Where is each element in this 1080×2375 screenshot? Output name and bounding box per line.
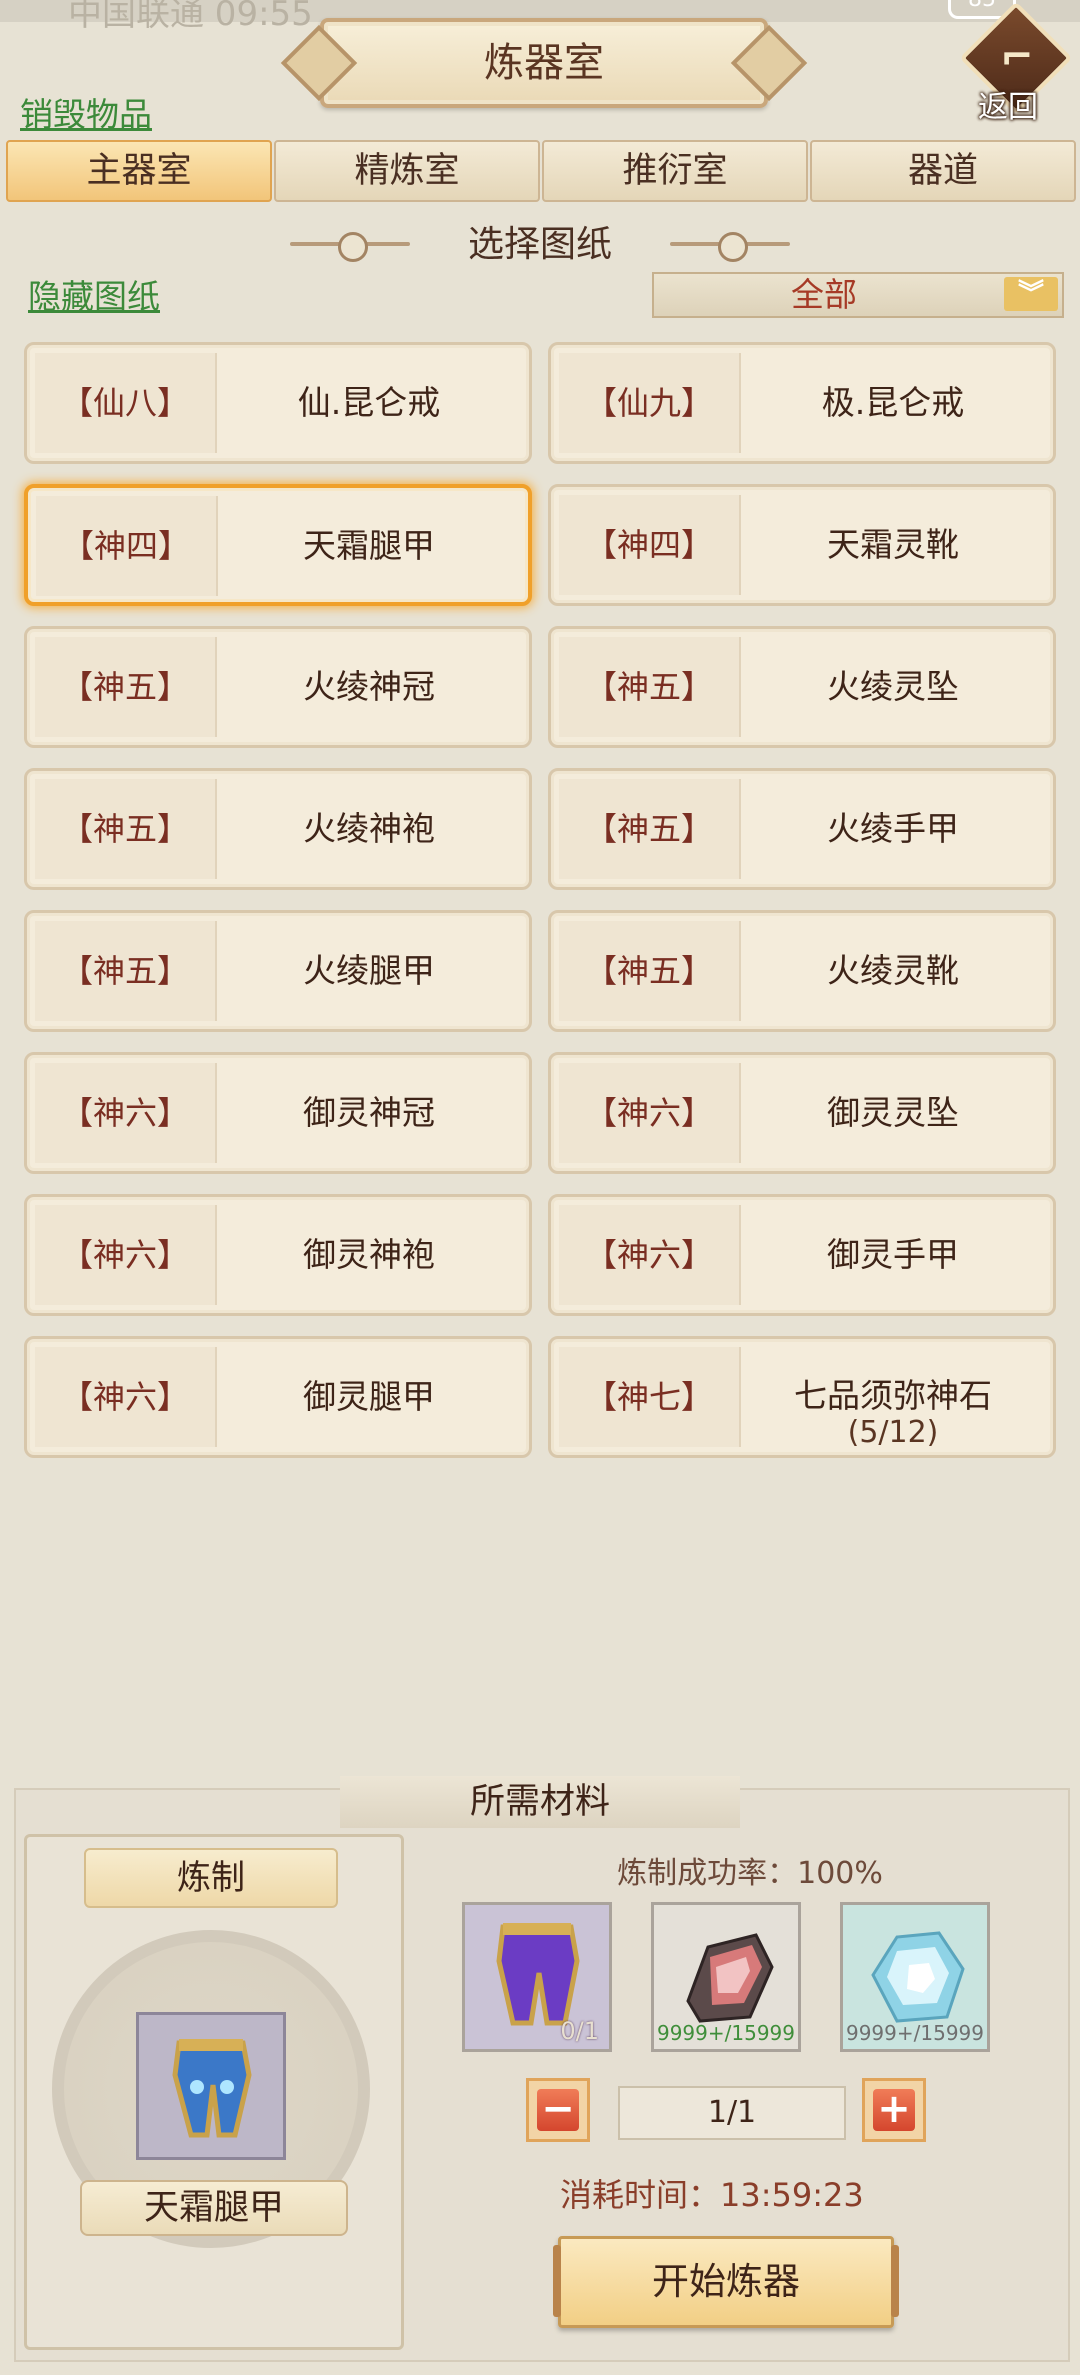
blueprint-item[interactable]: 【神五】 火绫手甲 [548,768,1056,890]
blueprint-name: 火绫灵靴 [827,951,959,990]
blueprint-item[interactable]: 【神六】 御灵灵坠 [548,1052,1056,1174]
blueprint-name: 火绫腿甲 [303,951,435,990]
blueprint-name: 天霜腿甲 [303,526,435,565]
yin-yang-icon [718,232,748,262]
material-slot[interactable]: 9999+/15999 [651,1902,801,2052]
start-refine-button[interactable]: 开始炼器 [553,2236,899,2328]
tab-derive-room[interactable]: 推衍室 [542,140,808,202]
blueprint-tier: 【神六】 [35,1205,217,1305]
blueprint-name: 御灵神冠 [303,1093,435,1132]
blueprint-progress: (5/12) [847,1415,939,1450]
blueprint-name: 御灵手甲 [827,1235,959,1274]
craft-item-slot[interactable] [136,2012,286,2160]
blueprint-tier: 【神五】 [559,779,741,879]
tab-main-room[interactable]: 主器室 [6,140,272,202]
back-button[interactable]: ⌐ 返回 [959,1,1073,125]
quantity-field[interactable]: 1/1 [618,2086,846,2140]
blueprint-item[interactable]: 【仙八】 仙.昆仑戒 [24,342,532,464]
material-count: 9999+/15999 [656,2021,796,2045]
blueprint-name: 七品须弥神石 (5/12) [741,1339,1045,1455]
material-count: 0/1 [560,2017,599,2045]
blueprint-name-text: 七品须弥神石 [794,1376,992,1415]
material-slot[interactable]: 9999+/15999 [840,1902,990,2052]
blueprint-name: 火绫手甲 [827,809,959,848]
blueprint-tier: 【神五】 [35,779,217,879]
success-rate: 炼制成功率：100% [617,1856,883,1891]
tab-refine-room[interactable]: 精炼室 [274,140,540,202]
blueprint-name: 御灵灵坠 [827,1093,959,1132]
blueprint-item[interactable]: 【神六】 御灵神冠 [24,1052,532,1174]
blueprint-item[interactable]: 【神七】 七品须弥神石 (5/12) [548,1336,1056,1458]
blueprint-tier: 【神六】 [35,1063,217,1163]
blueprint-item[interactable]: 【仙九】 极.昆仑戒 [548,342,1056,464]
blueprint-tier: 【神七】 [559,1347,741,1447]
tab-artifact-dao[interactable]: 器道 [810,140,1076,202]
material-slot[interactable]: 0/1 [462,1902,612,2052]
status-carrier: 中国联通 09:55 [68,0,313,34]
section-title: 选择图纸 [467,224,612,265]
blueprint-item[interactable]: 【神五】 火绫灵靴 [548,910,1056,1032]
blueprint-item[interactable]: 【神五】 火绫神袍 [24,768,532,890]
blueprint-name: 御灵腿甲 [303,1377,435,1416]
blueprint-name: 天霜灵靴 [827,525,959,564]
craft-item-name: 天霜腿甲 [80,2180,348,2236]
ice-leggings-icon [139,2015,283,2157]
blueprint-tier: 【神五】 [559,637,741,737]
back-arrow-icon: ⌐ [1000,34,1034,80]
material-count: 9999+/15999 [845,2021,985,2045]
blueprint-tier: 【神五】 [559,921,741,1021]
craft-label: 炼制 [84,1848,338,1908]
blueprint-item[interactable]: 【神六】 御灵手甲 [548,1194,1056,1316]
blueprint-name: 极.昆仑戒 [821,383,965,422]
materials-title: 所需材料 [340,1776,740,1828]
filter-value: 全部 [791,275,857,314]
plus-icon: + [873,2089,915,2131]
back-label: 返回 [978,90,1038,125]
blueprint-section-header: 选择图纸 [0,218,1080,272]
blueprint-name: 火绫灵坠 [827,667,959,706]
blueprint-tier: 【仙八】 [35,353,217,453]
blueprint-item-selected[interactable]: 【神四】 天霜腿甲 [24,484,532,606]
increase-button[interactable]: + [862,2078,926,2142]
filter-dropdown[interactable]: 全部 ︾ [652,272,1064,318]
blueprint-tier: 【神五】 [35,921,217,1021]
blueprint-tier: 【神六】 [559,1205,741,1305]
blueprint-item[interactable]: 【神四】 天霜灵靴 [548,484,1056,606]
blueprint-item[interactable]: 【神五】 火绫神冠 [24,626,532,748]
blueprint-item[interactable]: 【神五】 火绫腿甲 [24,910,532,1032]
blueprint-name: 御灵神袍 [303,1235,435,1274]
destroy-items-link[interactable]: 销毁物品 [20,88,152,136]
blueprint-tier: 【仙九】 [559,353,741,453]
blueprint-tier: 【神四】 [36,496,218,596]
blueprint-tier: 【神五】 [35,637,217,737]
blueprint-tier: 【神四】 [559,495,741,595]
blueprint-item[interactable]: 【神六】 御灵腿甲 [24,1336,532,1458]
chevron-down-icon[interactable]: ︾ [1004,277,1058,311]
blueprint-item[interactable]: 【神五】 火绫灵坠 [548,626,1056,748]
blueprint-name: 仙.昆仑戒 [297,383,441,422]
hide-blueprints-link[interactable]: 隐藏图纸 [28,270,160,318]
decrease-button[interactable]: − [526,2078,590,2142]
blueprint-name: 火绫神冠 [303,667,435,706]
yin-yang-icon [338,232,368,262]
tab-bar: 主器室 精炼室 推衍室 器道 [6,140,1076,202]
blueprint-item[interactable]: 【神六】 御灵神袍 [24,1194,532,1316]
time-cost: 消耗时间：13:59:23 [560,2176,864,2214]
page-title: 炼器室 [320,18,768,108]
blueprint-tier: 【神六】 [35,1347,217,1447]
minus-icon: − [537,2089,579,2131]
blueprint-name: 火绫神袍 [303,809,435,848]
blueprint-tier: 【神六】 [559,1063,741,1163]
